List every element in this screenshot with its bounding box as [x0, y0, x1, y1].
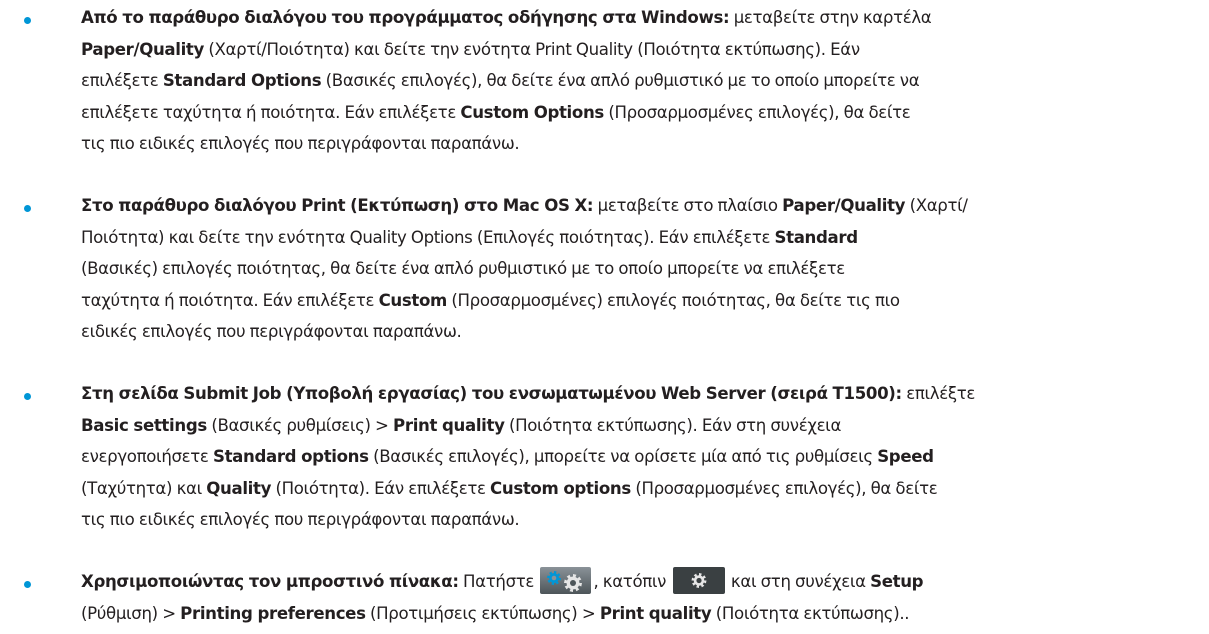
text-line: ειδικές επιλογές που περιγράφονται παραπ… [81, 316, 1181, 348]
bold-text: Standard [774, 227, 859, 247]
bold-text: Paper/Quality [81, 39, 204, 59]
body-text: (Βασικές επιλογές), μπορείτε να ορίσετε … [368, 447, 878, 466]
text-line: Basic settings (Βασικές ρυθμίσεις) > Pri… [81, 410, 1181, 442]
bold-text: Basic settings [81, 415, 207, 435]
paragraph: Στο παράθυρο διαλόγου Print (Εκτύπωση) σ… [81, 190, 1181, 348]
body-text: επιλέξετε ταχύτητα ή ποιότητα. Εάν επιλέ… [81, 102, 461, 122]
bold-text: Standard options [212, 447, 369, 466]
bold-text: Print quality [599, 603, 712, 623]
paragraph: Χρησιμοποιώντας τον μπροστινό πίνακα: Πα… [81, 566, 1181, 629]
body-text: επιλέξτε [901, 384, 976, 403]
text-line: Από το παράθυρο διαλόγου του προγράμματο… [81, 2, 1181, 34]
bold-text: Από το παράθυρο διαλόγου του προγράμματο… [81, 8, 730, 27]
body-text: (Βασικές) επιλογές ποιότητας, θα δείτε έ… [81, 259, 845, 278]
text-line: Paper/Quality (Χαρτί/Ποιότητα) και δείτε… [81, 34, 1181, 66]
bullet-dot [24, 17, 31, 24]
bold-text: Print quality [393, 415, 505, 435]
bold-text: Speed [877, 447, 934, 466]
bullet-dot [24, 205, 31, 212]
body-text: (Ρύθμιση) > [81, 603, 181, 623]
body-text: (Βασικές επιλογές), θα δείτε ένα απλό ρυ… [321, 71, 920, 90]
bold-text: Printing preferences [180, 603, 366, 623]
bold-text: Custom Options [460, 102, 604, 122]
bold-text: Paper/Quality [782, 196, 906, 215]
body-text: τις πιο ειδικές επιλογές που περιγράφοντ… [81, 134, 520, 153]
bold-text: Setup [870, 572, 924, 591]
text-line: Στη σελίδα Submit Job (Υποβολή εργασίας)… [81, 378, 1181, 410]
body-text: (Ταχύτητα) και [81, 478, 207, 498]
body-text: (Ποιότητα εκτύπωσης). Εάν στη συνέχεια [504, 415, 842, 435]
body-text: Πατήστε [458, 572, 539, 591]
text-line: επιλέξετε Standard Options (Βασικές επιλ… [81, 65, 1181, 97]
text-line: (Ρύθμιση) > Printing preferences (Προτιμ… [81, 598, 1181, 630]
bold-text: Χρησιμοποιώντας τον μπροστινό πίνακα: [81, 572, 459, 591]
body-text: (Βασικές ρυθμίσεις) > [206, 415, 394, 435]
text-line: (Βασικές) επιλογές ποιότητας, θα δείτε έ… [81, 253, 1181, 285]
setup-gear-icon [672, 567, 725, 594]
body-text: και στη συνέχεια [726, 572, 871, 591]
paragraph: Στη σελίδα Submit Job (Υποβολή εργασίας)… [81, 378, 1181, 536]
bullet-dot [24, 581, 31, 588]
body-text: (Ποιότητα εκτύπωσης).. [711, 603, 910, 623]
text-line: ταχύτητα ή ποιότητα. Εάν επιλέξετε Custo… [81, 285, 1181, 317]
body-text: (Προσαρμοσμένες επιλογές), θα δείτε [630, 478, 938, 498]
bold-text: Στη σελίδα Submit Job (Υποβολή εργασίας)… [81, 384, 902, 403]
text-line: Ποιότητα) και δείτε την ενότητα Quality … [81, 222, 1181, 254]
bullet-dot [24, 393, 31, 400]
text-line: ενεργοποιήσετε Standard options (Βασικές… [81, 441, 1181, 473]
body-text: (Χαρτί/ [905, 196, 968, 215]
text-line: Χρησιμοποιώντας τον μπροστινό πίνακα: Πα… [81, 566, 1181, 598]
text-line: Στο παράθυρο διαλόγου Print (Εκτύπωση) σ… [81, 190, 1181, 222]
body-text: επιλέξετε [81, 71, 163, 90]
body-text: (Προτιμήσεις εκτύπωσης) > [365, 603, 600, 623]
body-text: τις πιο ειδικές επιλογές που περιγράφοντ… [81, 510, 520, 529]
bold-text: Στο παράθυρο διαλόγου Print (Εκτύπωση) σ… [81, 196, 594, 215]
body-text: , κατόπιν [593, 572, 671, 591]
body-text: (Προσαρμοσμένες επιλογές), θα δείτε [603, 102, 911, 122]
bold-text: Custom [378, 290, 448, 310]
paragraph: Από το παράθυρο διαλόγου του προγράμματο… [81, 2, 1181, 160]
body-text: μεταβείτε στο πλαίσιο [593, 196, 783, 215]
body-text: ενεργοποιήσετε [81, 447, 213, 466]
bold-text: Standard Options [162, 71, 322, 90]
text-line: τις πιο ειδικές επιλογές που περιγράφοντ… [81, 504, 1181, 536]
text-line: επιλέξετε ταχύτητα ή ποιότητα. Εάν επιλέ… [81, 97, 1181, 129]
settings-gears-icon [540, 567, 592, 594]
bold-text: Custom options [490, 478, 631, 498]
body-text: μεταβείτε στην καρτέλα [729, 8, 932, 27]
bold-text: Quality [206, 478, 272, 498]
body-text: ταχύτητα ή ποιότητα. Εάν επιλέξετε [81, 290, 379, 310]
body-text: Ποιότητα) και δείτε την ενότητα Quality … [81, 227, 775, 247]
text-line: (Ταχύτητα) και Quality (Ποιότητα). Εάν ε… [81, 473, 1181, 505]
body-text: (Ποιότητα). Εάν επιλέξετε [271, 478, 491, 498]
body-text: ειδικές επιλογές που περιγράφονται παραπ… [81, 322, 462, 341]
body-text: (Χαρτί/Ποιότητα) και δείτε την ενότητα P… [203, 39, 860, 59]
text-line: τις πιο ειδικές επιλογές που περιγράφοντ… [81, 128, 1181, 160]
body-text: (Προσαρμοσμένες) επιλογές ποιότητας, θα … [446, 290, 900, 310]
